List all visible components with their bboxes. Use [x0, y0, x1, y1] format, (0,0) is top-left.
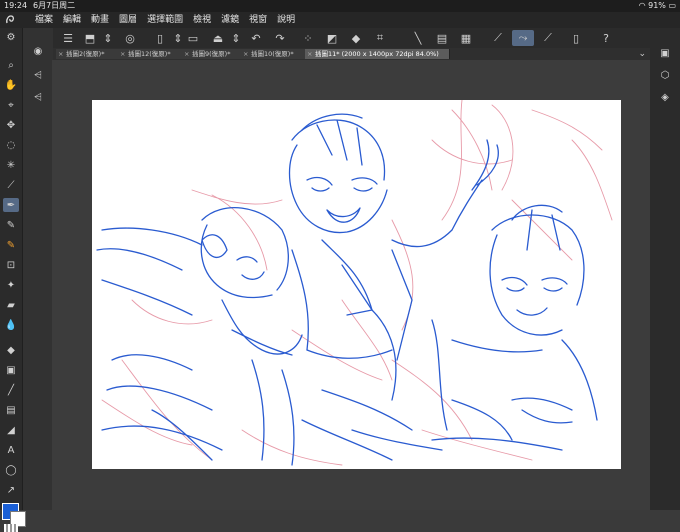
- app-logo-icon[interactable]: [4, 14, 16, 26]
- airbrush-icon[interactable]: ⊡: [3, 258, 19, 272]
- figure-icon[interactable]: ╱: [3, 383, 19, 397]
- brush-size-icon[interactable]: ⩤: [30, 90, 46, 104]
- crop-icon[interactable]: ⌗: [372, 30, 388, 46]
- sketch-artwork: [96, 100, 613, 466]
- tab-document[interactable]: × 插圖10(復原)*: [241, 49, 314, 59]
- stabilizer-icon[interactable]: ⤳: [512, 30, 534, 46]
- selection-dots-icon[interactable]: ⁘: [300, 30, 316, 46]
- date: 6月7日周二: [33, 1, 76, 10]
- brush-line-icon[interactable]: ⟋: [540, 30, 556, 46]
- fill-icon[interactable]: ◆: [348, 30, 364, 46]
- status-bar: 19:24 6月7日周二 ◠ 91% ▭: [0, 0, 680, 12]
- close-icon[interactable]: ×: [184, 49, 189, 59]
- gear-icon[interactable]: ⚙: [3, 30, 19, 44]
- sub-tool-panel: ◉ ⩤ ⩤: [22, 28, 53, 510]
- snap-special-icon[interactable]: ▤: [434, 30, 450, 46]
- menu-item-edit[interactable]: 編輯: [63, 12, 81, 28]
- dropdown-icon[interactable]: ⇕: [170, 30, 186, 46]
- pen-icon[interactable]: ✒: [3, 198, 19, 212]
- menu-item-selection[interactable]: 選擇範圍: [147, 12, 183, 28]
- pencil-icon[interactable]: ✎: [3, 218, 19, 232]
- drawing-canvas[interactable]: [92, 100, 621, 469]
- ruler-icon[interactable]: ◢: [3, 423, 19, 437]
- correct-line-icon[interactable]: ↗: [3, 483, 19, 497]
- redo-icon[interactable]: ↷: [272, 30, 288, 46]
- tab-label: 插圖12(復原)*: [128, 50, 171, 58]
- tool-property-icon[interactable]: ⩤: [30, 68, 46, 82]
- menu-item-window[interactable]: 視窗: [249, 12, 267, 28]
- tab-label: 插圖10(復原)*: [251, 50, 294, 58]
- command-bar: ☰ ⬒ ⇕ ◎ ▯ ⇕ ▭ ⏏ ⇕ ↶ ↷ ⁘ ◩ ◆ ⌗ ╲ ▤ ▦ ⟋ ⤳ …: [30, 28, 650, 48]
- menu-icon[interactable]: ☰: [60, 30, 76, 46]
- help-icon[interactable]: ?: [598, 30, 614, 46]
- decoration-icon[interactable]: ✦: [3, 278, 19, 292]
- layers-icon[interactable]: ◈: [657, 90, 673, 104]
- material-icon[interactable]: ⬡: [657, 68, 673, 82]
- clock: 19:24: [4, 1, 28, 10]
- menu-item-help[interactable]: 說明: [277, 12, 295, 28]
- menu-bar: 檔案 編輯 動畫 圖層 選擇範圍 檢視 濾鏡 視窗 說明: [0, 12, 680, 28]
- undo-icon[interactable]: ↶: [248, 30, 264, 46]
- close-icon[interactable]: ×: [307, 49, 312, 59]
- cloud-icon[interactable]: ◎: [122, 30, 138, 46]
- snap-grid-icon[interactable]: ▦: [458, 30, 474, 46]
- snap-ruler-icon[interactable]: ╲: [410, 30, 426, 46]
- lasso-icon[interactable]: ◌: [3, 138, 19, 152]
- stepper-icon[interactable]: ⇕: [100, 30, 116, 46]
- menu-item-file[interactable]: 檔案: [35, 12, 53, 28]
- close-icon[interactable]: ×: [58, 49, 63, 59]
- pink-rough-sketch: [101, 100, 613, 466]
- frame-icon[interactable]: ▤: [3, 403, 19, 417]
- tab-document[interactable]: × 插圖9(復原)*: [182, 49, 250, 59]
- tab-document[interactable]: × 插圖2(復原)*: [56, 49, 127, 59]
- tool-palette: ⚙ ⌕ ✋ ⌖ ✥ ◌ ✳ ⟋ ✒ ✎ ✎ ⊡ ✦ ▰ 💧 ◆ ▣ ╱ ▤ ◢ …: [0, 28, 26, 532]
- hand-icon[interactable]: ✋: [3, 78, 19, 92]
- right-panel-bar: ▣ ⬡ ◈: [650, 28, 680, 510]
- menu-item-animation[interactable]: 動畫: [91, 12, 109, 28]
- tab-label: 插圖2(復原)*: [66, 50, 105, 58]
- dropdown-icon-2[interactable]: ⇕: [228, 30, 244, 46]
- menu-item-filter[interactable]: 濾鏡: [221, 12, 239, 28]
- blend-icon[interactable]: 💧: [3, 318, 19, 332]
- blue-line-sketch: [96, 113, 598, 466]
- close-icon[interactable]: ×: [243, 49, 248, 59]
- brush-icon[interactable]: ✎: [3, 238, 19, 252]
- tab-label: 插圖9(復原)*: [192, 50, 231, 58]
- tab-document[interactable]: × 插圖12(復原)*: [118, 49, 191, 59]
- save-icon[interactable]: ⏏: [210, 30, 226, 46]
- eraser-icon[interactable]: ▰: [3, 298, 19, 312]
- transform-icon[interactable]: ◩: [324, 30, 340, 46]
- tab-active-document[interactable]: × 插圖11* (2000 x 1400px 72dpi 84.0%): [305, 49, 450, 59]
- pen-pressure-icon[interactable]: ⟋: [490, 30, 506, 46]
- gradient-icon[interactable]: ▣: [3, 363, 19, 377]
- phone-icon[interactable]: ▯: [568, 30, 584, 46]
- menu-item-view[interactable]: 檢視: [193, 12, 211, 28]
- battery-icon: ▭: [668, 1, 676, 10]
- tabs-dropdown-icon[interactable]: ⌄: [638, 48, 646, 60]
- tab-label: 插圖11* (2000 x 1400px 72dpi 84.0%): [315, 50, 439, 58]
- open-file-icon[interactable]: ▭: [185, 30, 201, 46]
- eyedropper-icon[interactable]: ⟋: [3, 178, 19, 192]
- operation-icon[interactable]: ⌖: [3, 98, 19, 112]
- move-icon[interactable]: ✥: [3, 118, 19, 132]
- menu-item-layer[interactable]: 圖層: [119, 12, 137, 28]
- text-icon[interactable]: A: [3, 443, 19, 457]
- close-icon[interactable]: ×: [120, 49, 125, 59]
- fill-bucket-icon[interactable]: ⬒: [82, 30, 98, 46]
- battery-percent: 91%: [648, 1, 666, 10]
- zoom-icon[interactable]: ⌕: [3, 58, 19, 72]
- new-file-icon[interactable]: ▯: [152, 30, 168, 46]
- navigator-icon[interactable]: ▣: [657, 46, 673, 60]
- sub-tool-icon[interactable]: ◉: [30, 44, 46, 58]
- magic-wand-icon[interactable]: ✳: [3, 158, 19, 172]
- fill-tool-icon[interactable]: ◆: [3, 343, 19, 357]
- wifi-icon: ◠: [638, 1, 646, 10]
- transparent-color-swatch[interactable]: [4, 524, 18, 532]
- balloon-icon[interactable]: ◯: [3, 463, 19, 477]
- battery-status: ◠ 91% ▭: [639, 0, 676, 12]
- document-tabs: × 插圖2(復原)* × 插圖12(復原)* × 插圖9(復原)* × 插圖10(復原)…: [52, 48, 650, 60]
